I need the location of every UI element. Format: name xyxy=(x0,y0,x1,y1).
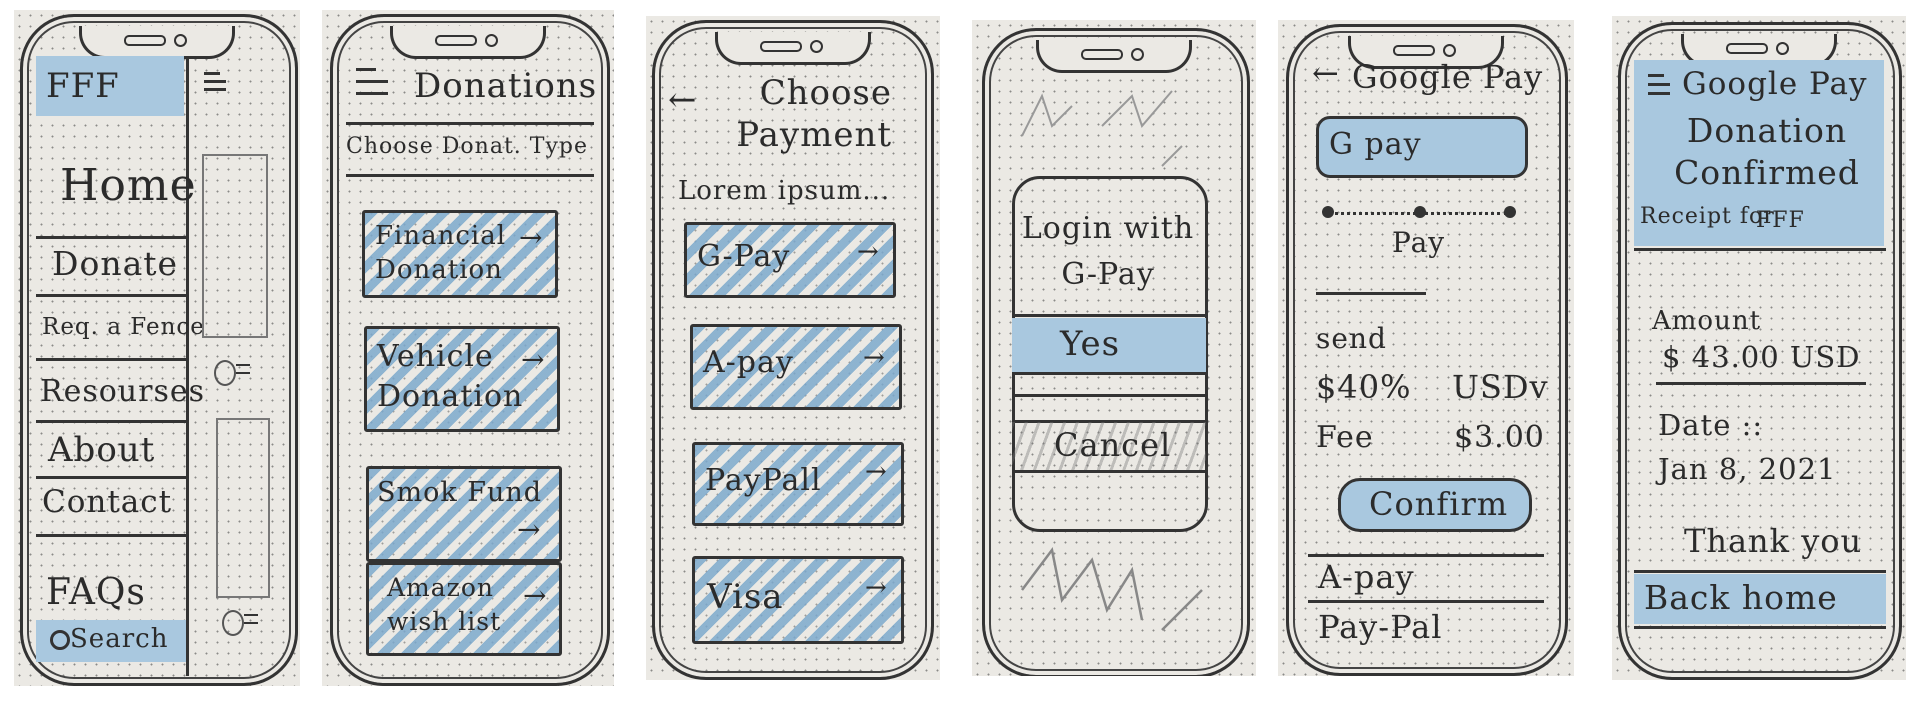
option-label: A-pay xyxy=(703,345,794,380)
arrow-right-icon: → xyxy=(523,579,548,612)
date-value: Jan 8, 2021 xyxy=(1658,452,1837,486)
menu-item-home[interactable]: Home xyxy=(60,160,197,211)
progress-dot xyxy=(1504,206,1516,218)
fee-value: $3.00 xyxy=(1454,420,1545,455)
hamburger-menu-icon[interactable] xyxy=(204,70,226,94)
sketch-panel-4: Login with G-Pay Yes Cancel xyxy=(972,20,1256,676)
alt-option-paypal[interactable]: Pay-Pal xyxy=(1318,608,1442,646)
back-arrow-icon[interactable]: ← xyxy=(668,80,698,120)
phone-notch xyxy=(79,26,235,59)
page-subtitle: Choose Donat. Type xyxy=(346,134,588,159)
page-title: Google Pay xyxy=(1352,58,1544,96)
option-smoke-fund[interactable]: Smok Fund → xyxy=(366,466,562,562)
confirm-label: Confirm xyxy=(1369,485,1509,523)
receipt-label: Receipt for xyxy=(1640,204,1775,229)
send-amount[interactable]: $40% xyxy=(1316,368,1411,406)
thank-you-text: Thank you xyxy=(1684,522,1863,560)
gpay-card[interactable]: G pay xyxy=(1316,116,1528,178)
option-gpay[interactable]: G-Pay → xyxy=(684,222,896,298)
list-item-icon-2 xyxy=(222,608,262,638)
back-home-label: Back home xyxy=(1644,578,1838,617)
progress-dot xyxy=(1322,206,1334,218)
back-home-button[interactable]: Back home xyxy=(1634,574,1886,624)
option-label: Smok Fund xyxy=(377,477,543,508)
search-bar[interactable]: Search xyxy=(36,620,186,662)
dialog-title: Login with G-Pay xyxy=(1021,211,1195,292)
phone-notch xyxy=(390,26,546,59)
arrow-right-icon: → xyxy=(865,457,888,487)
option-label: Financial Donation xyxy=(375,221,507,285)
menu-item-resources[interactable]: Resourses xyxy=(40,374,205,409)
sketch-panel-6: Google Pay Donation Confirmed Receipt fo… xyxy=(1612,16,1906,680)
fee-label: Fee xyxy=(1316,420,1374,455)
option-visa[interactable]: Visa → xyxy=(692,556,904,644)
arrow-right-icon: → xyxy=(865,573,888,603)
option-label: Visa xyxy=(707,577,784,617)
arrow-right-icon: → xyxy=(863,343,886,373)
cancel-button[interactable]: Cancel xyxy=(1012,422,1206,470)
menu-item-contact[interactable]: Contact xyxy=(42,484,172,520)
cancel-label: Cancel xyxy=(1054,426,1172,464)
sketch-panel-5: ← Google Pay G pay Pay send $40% USDv Fe… xyxy=(1278,20,1574,676)
arrow-right-icon: → xyxy=(521,343,546,376)
alt-option-apay[interactable]: A-pay xyxy=(1318,558,1415,596)
option-financial-donation[interactable]: Financial Donation → xyxy=(362,210,558,298)
option-paypal[interactable]: PayPall → xyxy=(692,442,904,526)
content-placeholder-bottom xyxy=(216,418,270,598)
arrow-right-icon: → xyxy=(857,237,880,267)
intro-text: Lorem ipsum... xyxy=(678,176,891,206)
option-vehicle-donation[interactable]: Vehicle Donation → xyxy=(364,326,560,432)
sketch-panel-3: ← Choose Payment Lorem ipsum... G-Pay → … xyxy=(646,16,940,680)
menu-divider xyxy=(186,56,189,676)
background-scribble-bottom xyxy=(1021,547,1203,631)
list-item-icon xyxy=(214,358,254,388)
hamburger-menu-icon[interactable] xyxy=(1648,72,1672,98)
menu-item-about[interactable]: About xyxy=(48,430,155,470)
page-title: Donations xyxy=(414,66,598,106)
option-label: G-Pay xyxy=(697,239,791,274)
yes-label: Yes xyxy=(1060,324,1121,364)
yes-button[interactable]: Yes xyxy=(1012,318,1206,372)
sketch-panel-2: Donations Choose Donat. Type Financial D… xyxy=(322,10,614,686)
gpay-logo: G pay xyxy=(1329,127,1422,162)
page-title: Choose Payment xyxy=(736,73,892,155)
search-icon xyxy=(50,630,70,650)
amount-label: Amount xyxy=(1652,306,1762,336)
pay-label: Pay xyxy=(1392,226,1446,259)
arrow-right-icon: → xyxy=(517,513,542,546)
send-label: send xyxy=(1316,322,1387,355)
menu-item-faqs[interactable]: FAQs xyxy=(46,572,146,613)
background-scribble-top xyxy=(1021,90,1183,167)
page-title: Donation Confirmed xyxy=(1674,111,1860,192)
phone-notch xyxy=(1036,40,1192,73)
progress-dot xyxy=(1414,206,1426,218)
confirm-button[interactable]: Confirm xyxy=(1338,478,1532,532)
option-label: Vehicle Donation xyxy=(377,339,524,414)
back-arrow-icon[interactable]: ← xyxy=(1312,54,1340,92)
hamburger-menu-icon[interactable] xyxy=(356,64,390,98)
currency-select[interactable]: USDv xyxy=(1452,368,1549,406)
date-label: Date :: xyxy=(1658,408,1764,442)
app-logo: FFF xyxy=(36,56,184,116)
amount-value: $ 43.00 USD xyxy=(1662,340,1861,374)
phone-notch xyxy=(715,32,871,65)
receipt-org: FFF xyxy=(1756,208,1805,233)
menu-item-req-fence[interactable]: Req. a Fence xyxy=(42,314,205,340)
arrow-right-icon: → xyxy=(519,221,544,254)
header-title: Google Pay xyxy=(1682,66,1868,102)
sketch-panel-1: FFF Home Donate Req. a Fence Resourses A… xyxy=(14,10,300,686)
search-label: Search xyxy=(70,624,169,654)
option-label: Amazon wish list xyxy=(387,573,502,636)
menu-item-donate[interactable]: Donate xyxy=(52,244,178,283)
content-placeholder-top xyxy=(202,154,268,338)
option-label: PayPall xyxy=(705,463,822,498)
option-amazon-wish-list[interactable]: Amazon wish list → xyxy=(366,562,562,656)
option-apay[interactable]: A-pay → xyxy=(690,324,902,410)
